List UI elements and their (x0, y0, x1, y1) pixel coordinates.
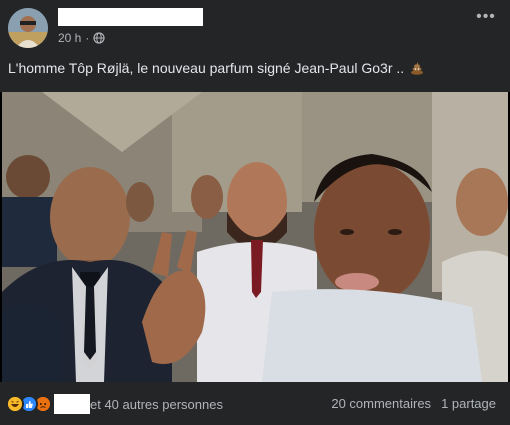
post-text: L'homme Tôp Røjlä, le nouveau parfum sig… (8, 60, 405, 76)
haha-reaction-icon (6, 395, 24, 413)
shares-count[interactable]: 1 partage (441, 396, 496, 411)
facebook-post: 20 h · ••• L'homme Tôp Røjlä, le nouveau… (0, 0, 510, 425)
post-footer: et 40 autres personnes 20 commentaires 1… (0, 382, 510, 425)
comments-count[interactable]: 20 commentaires (331, 396, 431, 411)
photo-crowd (2, 92, 508, 382)
post-photo[interactable] (0, 92, 510, 382)
reactions-count[interactable]: et 40 autres personnes (90, 397, 223, 412)
reactor-names-redacted (54, 394, 90, 414)
author-name-redacted[interactable] (58, 8, 203, 26)
post-text-row: L'homme Tôp Røjlä, le nouveau parfum sig… (8, 60, 502, 76)
post-stats: 20 commentaires 1 partage (331, 396, 496, 411)
globe-icon[interactable] (93, 32, 105, 44)
avatar[interactable] (8, 8, 48, 48)
pile-of-poo-icon (411, 62, 424, 75)
reactions-summary[interactable]: et 40 autres personnes (6, 394, 223, 414)
post-meta: 20 h · (58, 30, 105, 46)
more-horizontal-icon[interactable]: ••• (476, 9, 496, 28)
post-time[interactable]: 20 h (58, 31, 81, 45)
post-header: 20 h · ••• (8, 8, 502, 50)
